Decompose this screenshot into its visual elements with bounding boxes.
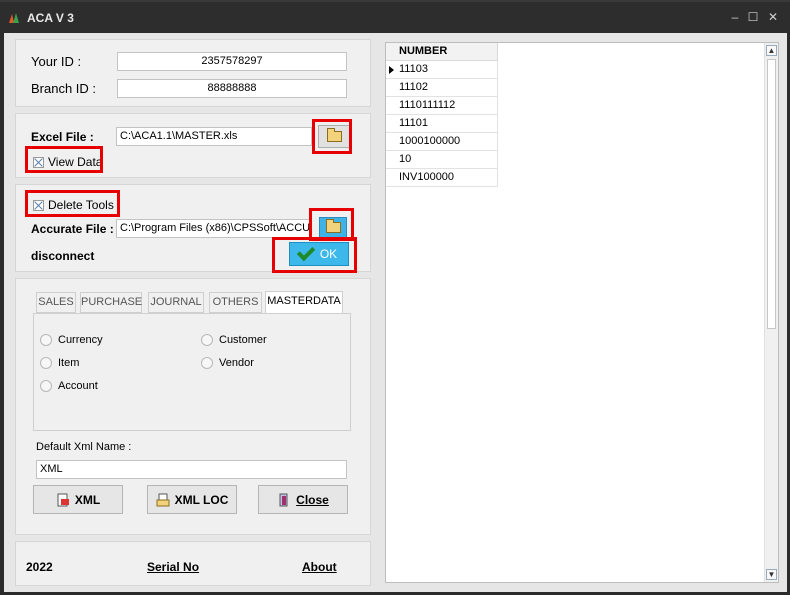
branch-id-label: Branch ID : [31,81,97,96]
folder-doc-icon [156,493,170,506]
radio-vendor[interactable]: Vendor [201,357,254,369]
tab-others[interactable]: OTHERS [209,292,262,313]
close-window-icon[interactable]: ✕ [766,10,780,24]
highlight-delete-tools [25,190,120,217]
radio-icon [40,334,52,346]
grid-cell: 11103 [399,63,428,75]
footer-panel: 2022 Serial No About [15,541,371,586]
excel-file-path[interactable]: C:\ACA1.1\MASTER.xls [116,127,312,146]
table-row[interactable]: INV100000 [386,169,498,187]
xml-loc-button[interactable]: XML LOC [147,485,237,514]
close-button[interactable]: Close [258,485,348,514]
xml-button[interactable]: XML [33,485,123,514]
table-row[interactable]: 1000100000 [386,133,498,151]
exit-door-icon [279,493,288,506]
radio-item-label: Item [58,357,80,369]
radio-icon [201,357,213,369]
branch-id-field[interactable]: 88888888 [117,79,347,98]
radio-item[interactable]: Item [40,357,79,369]
grid-cell: 11101 [399,117,428,129]
highlight-view-data [25,146,103,173]
close-button-label: Close [296,492,329,507]
excel-file-label: Excel File : [31,130,94,144]
about-link[interactable]: About [302,560,337,574]
minimize-icon[interactable]: – [728,10,742,24]
radio-icon [40,380,52,392]
tabs-panel: SALES PURCHASE JOURNAL OTHERS MASTERDATA… [15,278,371,535]
radio-account[interactable]: Account [40,380,98,392]
default-xml-name-label: Default Xml Name : [36,441,132,453]
id-panel: Your ID : 2357578297 Branch ID : 8888888… [15,39,371,107]
grid-cell: INV100000 [399,171,455,183]
table-row[interactable]: 11102 [386,79,498,97]
accurate-file-label: Accurate File : [31,222,114,236]
radio-icon [40,357,52,369]
grid-cell: 1110111112 [399,99,456,111]
radio-currency[interactable]: Currency [40,334,103,346]
radio-customer[interactable]: Customer [201,334,267,346]
grid-cell: 10 [399,153,412,165]
table-row[interactable]: 10 [386,151,498,169]
xml-button-label: XML [74,492,101,507]
xml-doc-icon [57,493,69,506]
default-xml-name-input[interactable]: XML [36,460,347,479]
table-row[interactable]: 11103 [386,61,498,79]
your-id-label: Your ID : [31,54,82,69]
highlight-excel-browse [312,119,352,154]
radio-customer-label: Customer [219,334,267,346]
scrollbar-thumb[interactable] [767,59,776,329]
masterdata-tab-content: Currency Item Account Customer Vendor [33,313,351,431]
scroll-up-icon[interactable]: ▲ [766,45,777,56]
accurate-file-path[interactable]: C:\Program Files (x86)\CPSSoft\ACCUR [116,219,312,238]
main-window: Your ID : 2357578297 Branch ID : 8888888… [4,33,787,592]
title-bar: ACA V 3 – ☐ ✕ [0,0,790,33]
radio-currency-label: Currency [58,334,103,346]
data-grid[interactable]: NUMBER 11103 11102 1110111112 11101 1000… [385,42,779,583]
grid-cell: 11102 [399,81,428,93]
row-pointer-icon [389,66,394,74]
tab-purchase[interactable]: PURCHASE [80,292,142,313]
radio-vendor-label: Vendor [219,357,254,369]
connection-status: disconnect [31,249,95,263]
your-id-field[interactable]: 2357578297 [117,52,347,71]
grid-cell: 1000100000 [399,135,461,147]
app-icon [9,13,19,23]
radio-icon [201,334,213,346]
radio-account-label: Account [58,380,98,392]
serial-no-link[interactable]: Serial No [147,560,199,574]
highlight-ok-button [272,237,357,273]
scroll-down-icon[interactable]: ▼ [766,569,777,580]
window-title: ACA V 3 [27,11,74,25]
tab-sales[interactable]: SALES [36,292,76,313]
tab-journal[interactable]: JOURNAL [148,292,204,313]
table-row[interactable]: 1110111112 [386,97,498,115]
year-label: 2022 [26,560,53,574]
maximize-icon[interactable]: ☐ [746,10,760,24]
table-row[interactable]: 11101 [386,115,498,133]
tab-masterdata[interactable]: MASTERDATA [265,291,343,313]
xml-loc-button-label: XML LOC [174,492,229,507]
vertical-scrollbar[interactable]: ▲ ▼ [764,43,778,582]
grid-header-number[interactable]: NUMBER [386,43,498,61]
